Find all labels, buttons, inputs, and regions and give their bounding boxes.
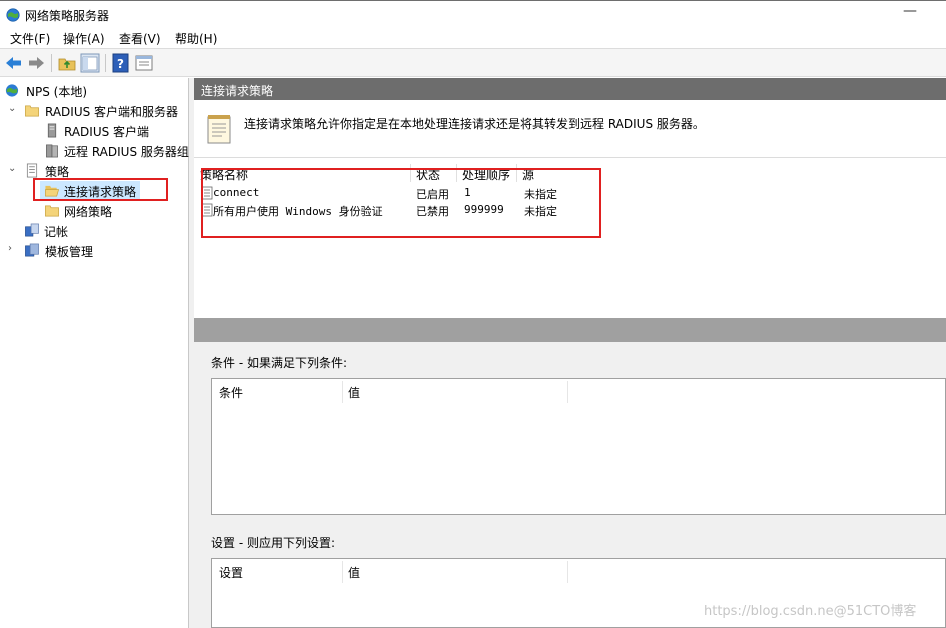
svg-text:?: ? xyxy=(117,57,124,71)
column-divider[interactable] xyxy=(342,381,343,403)
folder-icon xyxy=(45,205,59,217)
conditions-list[interactable]: 条件 值 xyxy=(211,378,946,515)
highlight-box-policy-rows xyxy=(201,168,601,238)
watermark: https://blog.csdn.ne@51CTO博客 xyxy=(704,604,917,619)
properties-icon[interactable] xyxy=(134,53,154,73)
tree-label: 远程 RADIUS 服务器组 xyxy=(64,145,189,159)
conditions-label: 条件 - 如果满足下列条件: xyxy=(211,356,348,370)
accounting-icon xyxy=(25,223,39,237)
minimize-button[interactable]: — xyxy=(900,1,920,27)
policy-list: 策略名称 状态 处理顺序 源 connect 已启用 1 未指定 所有用户使用 … xyxy=(194,160,946,315)
menu-bar: 文件(F) 操作(A) 查看(V) 帮助(H) xyxy=(0,28,946,48)
section-header: 连接请求策略 xyxy=(194,78,946,100)
highlight-box-tree-selection xyxy=(33,178,168,201)
column-header-condition[interactable]: 条件 xyxy=(219,384,243,401)
column-divider[interactable] xyxy=(342,561,343,583)
column-divider[interactable] xyxy=(567,381,568,403)
tree-item-nps-local[interactable]: NPS (本地) xyxy=(4,81,184,101)
title-bar: 网络策略服务器 — xyxy=(0,0,946,28)
up-folder-icon[interactable] xyxy=(57,53,77,73)
forward-arrow-icon[interactable] xyxy=(26,53,46,73)
column-header-value[interactable]: 值 xyxy=(348,564,360,581)
tree-label: RADIUS 客户端 xyxy=(64,125,150,139)
description-area: 连接请求策略允许你指定是在本地处理连接请求还是将其转发到远程 RADIUS 服务… xyxy=(194,100,946,158)
details-divider-band xyxy=(194,318,946,342)
column-header-setting[interactable]: 设置 xyxy=(219,564,243,581)
tree-item-remote-radius-groups[interactable]: 远程 RADIUS 服务器组 xyxy=(44,141,189,161)
chevron-down-icon[interactable]: ⌄ xyxy=(8,163,18,174)
policy-doc-icon xyxy=(26,163,38,178)
menu-help[interactable]: 帮助(H) xyxy=(175,30,217,47)
chevron-down-icon[interactable]: ⌄ xyxy=(8,103,18,114)
back-arrow-icon[interactable] xyxy=(4,53,24,73)
details-pane: 条件 - 如果满足下列条件: 条件 值 设置 - 则应用下列设置: 设置 值 xyxy=(194,342,946,628)
tree-item-accounting[interactable]: 记帐 xyxy=(24,221,144,241)
folder-icon xyxy=(25,105,39,117)
tree-label: RADIUS 客户端和服务器 xyxy=(45,105,179,119)
help-icon[interactable]: ? xyxy=(111,53,131,73)
toolbar-separator xyxy=(51,54,52,72)
tree-item-radius-clients-servers[interactable]: ⌄ RADIUS 客户端和服务器 xyxy=(8,101,188,121)
tree-item-template-management[interactable]: › 模板管理 xyxy=(8,241,188,261)
templates-icon xyxy=(25,243,39,257)
tree-label: 记帐 xyxy=(44,225,69,239)
column-divider[interactable] xyxy=(567,561,568,583)
toolbar: ? xyxy=(0,48,946,77)
column-header-value[interactable]: 值 xyxy=(348,384,360,401)
navigation-tree: NPS (本地) ⌄ RADIUS 客户端和服务器 RADIUS 客户端 远程 … xyxy=(0,78,189,628)
description-text: 连接请求策略允许你指定是在本地处理连接请求还是将其转发到远程 RADIUS 服务… xyxy=(244,117,705,131)
tree-item-network-policies[interactable]: 网络策略 xyxy=(44,201,164,221)
window-title: 网络策略服务器 xyxy=(25,9,110,23)
settings-label: 设置 - 则应用下列设置: xyxy=(211,536,336,550)
tree-label: 模板管理 xyxy=(45,245,94,259)
tree-item-radius-clients[interactable]: RADIUS 客户端 xyxy=(44,121,184,141)
server-group-icon xyxy=(46,144,58,158)
tree-label: NPS (本地) xyxy=(26,85,88,99)
show-hide-tree-icon[interactable] xyxy=(80,53,100,73)
menu-action[interactable]: 操作(A) xyxy=(63,30,105,47)
globe-server-icon xyxy=(5,84,19,97)
menu-view[interactable]: 查看(V) xyxy=(119,30,161,47)
policy-notepad-icon xyxy=(207,115,231,144)
tree-label: 网络策略 xyxy=(64,205,113,219)
results-pane: 连接请求策略 连接请求策略允许你指定是在本地处理连接请求还是将其转发到远程 RA… xyxy=(194,78,946,628)
toolbar-separator xyxy=(105,54,106,72)
server-icon xyxy=(47,123,57,138)
nps-globe-icon xyxy=(6,8,20,22)
menu-file[interactable]: 文件(F) xyxy=(10,30,50,47)
chevron-right-icon[interactable]: › xyxy=(8,243,18,254)
